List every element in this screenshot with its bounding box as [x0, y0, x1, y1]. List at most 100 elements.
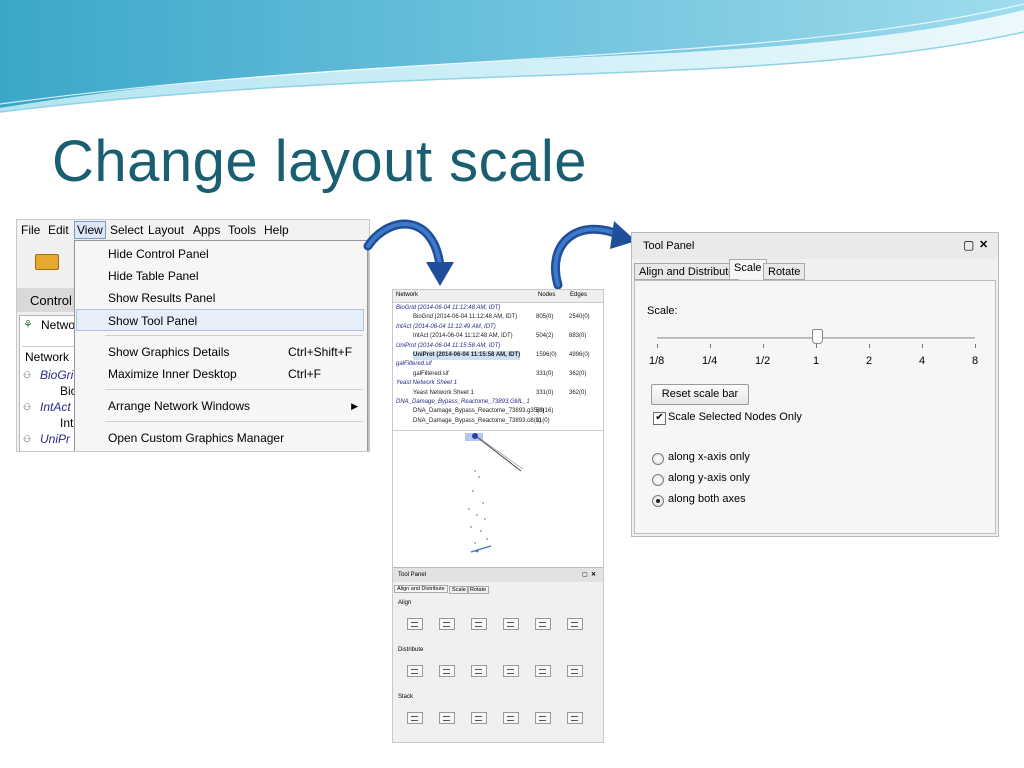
table-row[interactable]: DNA_Damage_Bypass_Reactome_73893.o8(0) 11… — [393, 417, 603, 426]
reset-scale-bar-button[interactable]: Reset scale bar — [651, 384, 749, 405]
tree-item[interactable]: BioGri — [40, 368, 73, 382]
align-button-icon[interactable] — [567, 618, 583, 630]
maximize-icon[interactable]: ▢ — [582, 571, 588, 578]
table-row[interactable]: galFiltered.sif — [393, 360, 603, 369]
node-count: 331(0) — [536, 389, 554, 396]
tab-rotate[interactable]: Rotate — [467, 586, 490, 594]
menu-tools[interactable]: Tools — [228, 223, 256, 237]
control-panel-tab[interactable]: Control — [17, 288, 75, 312]
table-row[interactable]: galFiltered.sif 331(0) 362(0) — [393, 370, 603, 379]
slider-tick-label: 1 — [813, 355, 820, 367]
table-row[interactable]: UniProt (2014-06-04 11:15:58 AM, IDT) — [393, 342, 603, 351]
slider-tick-label: 8 — [972, 355, 979, 367]
align-button-icon[interactable] — [439, 618, 455, 630]
stack-button-icon[interactable] — [439, 712, 455, 724]
table-row[interactable]: UniProt (2014-06-04 11:15:58 AM, IDT) 159… — [393, 351, 603, 360]
menu-select[interactable]: Select — [110, 223, 143, 237]
scale-selected-only-checkbox[interactable]: ✔ — [653, 412, 666, 425]
network-table-header: Network Nodes Edges — [393, 290, 603, 303]
scale-slider-thumb[interactable] — [812, 329, 823, 344]
menu-separator — [105, 421, 363, 422]
slider-tick — [816, 344, 817, 348]
tree-item[interactable]: UniPr — [40, 432, 70, 446]
menu-edit[interactable]: Edit — [48, 223, 69, 237]
menu-layout[interactable]: Layout — [148, 223, 184, 237]
stack-button-icon[interactable] — [567, 712, 583, 724]
menu-item-show-graphics-details[interactable]: Show Graphics Details Ctrl+Shift+F — [76, 341, 364, 363]
menu-item-show-results-panel[interactable]: Show Results Panel — [76, 287, 364, 309]
stack-button-icon[interactable] — [503, 712, 519, 724]
stack-button-icon[interactable] — [535, 712, 551, 724]
view-menu-dropdown: Hide Control Panel Hide Table Panel Show… — [74, 240, 368, 451]
curved-arrow-icon — [551, 221, 636, 290]
close-icon[interactable]: ✕ — [979, 238, 988, 251]
scale-label: Scale: — [647, 305, 678, 317]
menu-item-hide-table-panel[interactable]: Hide Table Panel — [76, 265, 364, 287]
menu-apps[interactable]: Apps — [193, 223, 220, 237]
maximize-icon[interactable]: ▢ — [963, 238, 974, 252]
table-row[interactable]: BioGrid (2014-06-04 11:12:48 AM, IDT) 805… — [393, 313, 603, 322]
edge-count: 362(0) — [569, 389, 587, 396]
align-button-icon[interactable] — [535, 618, 551, 630]
table-row[interactable]: BioGrid (2014-06-04 11:12:48 AM, IDT) — [393, 304, 603, 313]
tree-item[interactable]: Int — [60, 416, 73, 430]
slider-tick — [869, 344, 870, 348]
table-row[interactable]: DNA_Damage_Bypass_Reactome_73893.g35(8) 5… — [393, 407, 603, 416]
radio-both-axes[interactable] — [652, 495, 664, 507]
column-network[interactable]: Network — [396, 292, 418, 298]
align-button-icon[interactable] — [407, 618, 423, 630]
network-tab-label[interactable]: Netwo — [41, 318, 75, 332]
tab-rotate[interactable]: Rotate — [763, 263, 806, 280]
menu-view[interactable]: View — [74, 221, 106, 239]
tab-scale[interactable]: Scale — [729, 259, 767, 279]
align-button-icon[interactable] — [471, 618, 487, 630]
table-row[interactable]: IntAct (2014-06-04 11:12:48 AM, IDT) 504(… — [393, 332, 603, 341]
distribute-button-icon[interactable] — [535, 665, 551, 677]
stack-button-icon[interactable] — [407, 712, 423, 724]
tool-panel-header: Tool Panel ▢ ✕ — [632, 233, 998, 259]
column-edges[interactable]: Edges — [570, 292, 587, 298]
section-distribute-label: Distribute — [398, 647, 424, 653]
tool-panel-preview-header: Tool Panel ▢ ✕ — [393, 568, 603, 582]
edge-count: 883(0) — [569, 333, 587, 340]
tab-align-distribute[interactable]: Align and Distribute — [394, 585, 448, 593]
tab-scale[interactable]: Scale — [449, 586, 469, 594]
network-name: UniProt (2014-06-04 11:15:58 AM, IDT) — [396, 342, 501, 349]
tab-align-distribute[interactable]: Align and Distribute — [634, 263, 740, 280]
stack-button-icon[interactable] — [471, 712, 487, 724]
menu-item-maximize-inner-desktop[interactable]: Maximize Inner Desktop Ctrl+F — [76, 363, 364, 385]
menu-item-open-custom-graphics-manager[interactable]: Open Custom Graphics Manager — [76, 427, 364, 449]
table-row[interactable]: Yeast Network Sheet 1 331(0) 362(0) — [393, 389, 603, 398]
align-button-icon[interactable] — [503, 618, 519, 630]
table-row[interactable]: Yeast Network Sheet 1 — [393, 379, 603, 388]
scale-selected-only-label: Scale Selected Nodes Only — [668, 411, 802, 423]
menu-file[interactable]: File — [21, 223, 40, 237]
network-graph-canvas — [465, 433, 524, 553]
menu-separator — [105, 335, 363, 336]
radio-y-axis[interactable] — [652, 474, 664, 486]
menu-help[interactable]: Help — [264, 223, 289, 237]
distribute-button-icon[interactable] — [407, 665, 423, 677]
network-name: UniProt (2014-06-04 11:15:58 AM, IDT) — [413, 351, 521, 360]
menu-item-show-tool-panel[interactable]: Show Tool Panel — [76, 309, 364, 331]
distribute-button-icon[interactable] — [439, 665, 455, 677]
section-stack-label: Stack — [398, 694, 414, 700]
network-graph-view[interactable] — [393, 430, 603, 561]
node-count: 331(0) — [536, 370, 554, 377]
node-count: 11(0) — [536, 417, 550, 424]
table-row[interactable]: DNA_Damage_Bypass_Reactome_73893.GML_1 — [393, 398, 603, 407]
tool-panel-title: Tool Panel — [643, 240, 695, 252]
column-nodes[interactable]: Nodes — [538, 292, 555, 298]
distribute-button-icon[interactable] — [503, 665, 519, 677]
table-row[interactable]: IntAct (2014-06-04 11:12:49 AM, IDT) — [393, 323, 603, 332]
tree-item[interactable]: IntAct — [40, 400, 71, 414]
open-folder-icon[interactable] — [35, 254, 59, 270]
node-count: 50(16) — [536, 408, 554, 415]
close-icon[interactable]: ✕ — [591, 571, 596, 578]
distribute-button-icon[interactable] — [471, 665, 487, 677]
radio-x-axis[interactable] — [652, 453, 664, 465]
distribute-button-icon[interactable] — [567, 665, 583, 677]
menu-item-hide-control-panel[interactable]: Hide Control Panel — [76, 243, 364, 265]
slider-tick-label: 2 — [866, 355, 873, 367]
menu-item-arrange-network-windows[interactable]: Arrange Network Windows ▶ — [76, 395, 364, 417]
